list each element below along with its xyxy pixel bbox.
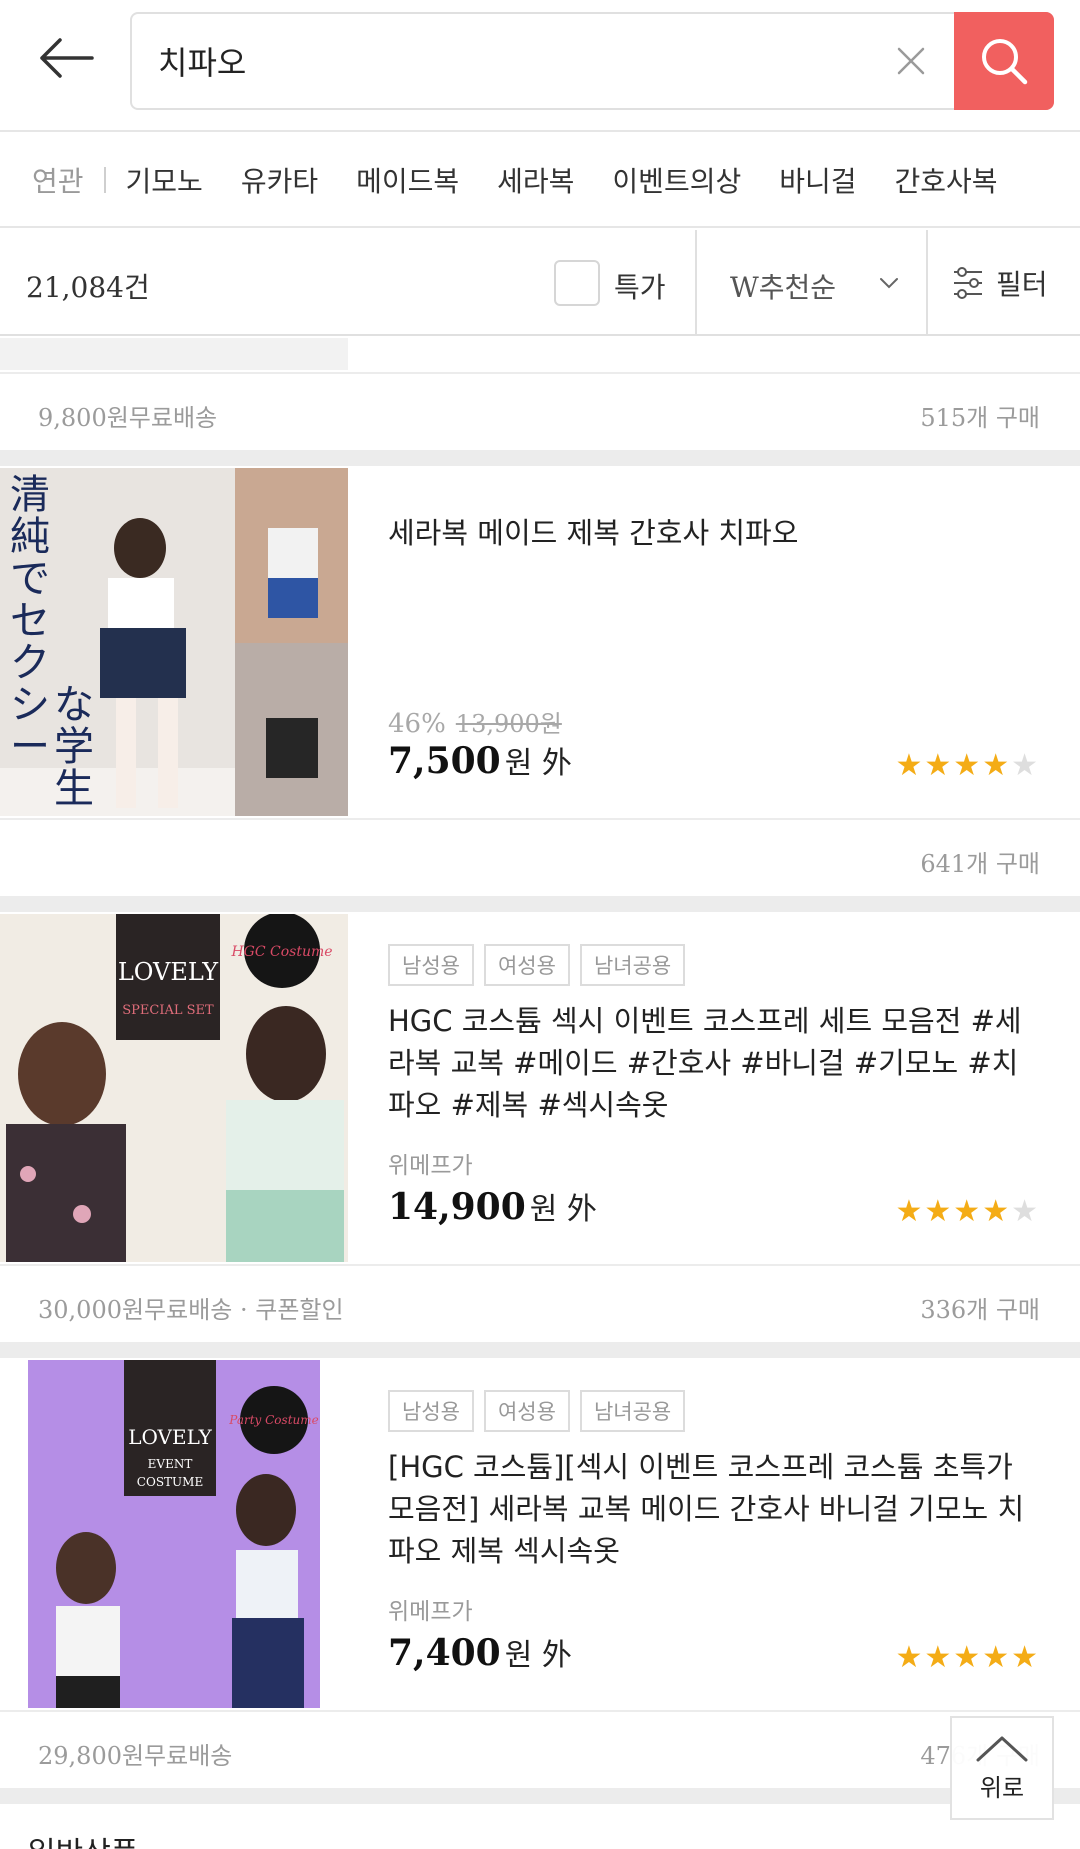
star-icon: ★★★★: [895, 748, 1012, 783]
product-tag: 남녀공용: [579, 1390, 686, 1432]
related-keyword[interactable]: 간호사복: [895, 160, 998, 200]
product-price: 14,900: [388, 1186, 526, 1228]
delivery-info: 9,800원무료배송: [38, 404, 218, 432]
special-price-checkbox[interactable]: [554, 260, 600, 306]
product-tag: 여성용: [483, 1390, 570, 1432]
related-keywords-bar: 연관 기모노 유카타 메이드복 세라복 이벤트의상 바니걸 간호사복: [0, 134, 1080, 228]
original-price: 13,900원: [455, 710, 562, 738]
special-price-label[interactable]: 특가: [614, 266, 666, 306]
discount-rate: 46%: [388, 709, 446, 739]
clear-search-button[interactable]: [894, 44, 928, 78]
related-keyword[interactable]: 기모노: [126, 160, 203, 200]
product-title[interactable]: 세라복 메이드 제복 간호사 치파오: [388, 468, 1038, 598]
arrow-left-icon: [40, 38, 94, 78]
thumbnail-text: EVENT: [148, 1457, 193, 1471]
thumbnail-text: HGC Costume: [230, 944, 332, 960]
thumbnail-text: LOVELY: [128, 1425, 212, 1449]
card-separator: [0, 1788, 1080, 1804]
delivery-row: 30,000원무료배송 · 쿠폰할인 336개 구매: [0, 1264, 1080, 1340]
product-card[interactable]: LOVELY SPECIAL SET HGC Costume 남성용 여성용 남…: [0, 914, 1080, 1264]
star-rating: ★★★★★: [896, 1640, 1040, 1675]
product-thumbnail[interactable]: 清純でセクシー な学生: [0, 468, 348, 816]
purchase-count: 336개 구매: [920, 1296, 1040, 1324]
star-icon: ★: [1011, 1194, 1040, 1229]
card-separator: [0, 450, 1080, 466]
related-keyword[interactable]: 메이드복: [356, 160, 459, 200]
tag-list: 남성용 여성용 남녀공용: [388, 1390, 686, 1432]
seller-label: 위메프가: [388, 1153, 473, 1179]
price-line: 7,400 원 外: [388, 1630, 572, 1674]
result-toolbar: 21,084건 특가 W추천순 필터: [0, 230, 1080, 336]
filter-button[interactable]: 필터: [952, 260, 1072, 306]
card-separator: [0, 896, 1080, 912]
delivery-info: 29,800원무료배송: [38, 1742, 233, 1770]
thumbnail-text: SPECIAL SET: [122, 1003, 214, 1018]
previous-item-remnant-info: [348, 338, 1080, 370]
thumbnail-text: COSTUME: [137, 1475, 203, 1489]
purchase-count: 515개 구매: [920, 404, 1040, 432]
search-button[interactable]: [954, 12, 1054, 110]
toolbar-divider: [695, 230, 697, 334]
product-tag: 남녀공용: [579, 944, 686, 986]
related-label: 연관: [32, 165, 84, 198]
filter-label: 필터: [996, 268, 1048, 301]
sliders-icon: [954, 267, 982, 299]
chevron-down-icon: [880, 278, 898, 289]
star-icon: ★: [1011, 748, 1040, 783]
price-line: 14,900 원 外: [388, 1184, 597, 1228]
product-title[interactable]: HGC 코스튬 섹시 이벤트 코스프레 세트 모음전 #세라복 교복 #메이드 …: [388, 1000, 1038, 1126]
delivery-row: 641개 구매: [0, 818, 1080, 894]
product-thumbnail[interactable]: LOVELY EVENT COSTUME Party Costume: [28, 1360, 320, 1708]
product-price: 7,500: [388, 740, 501, 782]
back-button[interactable]: [36, 28, 96, 88]
section-title: 일반상품: [28, 1828, 138, 1849]
search-box: [130, 12, 1054, 110]
scroll-top-button[interactable]: 위로: [950, 1716, 1054, 1820]
product-card[interactable]: LOVELY EVENT COSTUME Party Costume 남성용 여…: [0, 1360, 1080, 1710]
search-header: [0, 0, 1080, 132]
delivery-info: 30,000원무료배송 · 쿠폰할인: [38, 1296, 344, 1324]
delivery-row: 9,800원무료배송 515개 구매: [0, 372, 1080, 448]
product-tag: 남성용: [388, 944, 474, 986]
chevron-up-icon: [976, 1736, 1028, 1761]
star-icon: ★★★★: [895, 1194, 1012, 1229]
result-count: 21,084건: [26, 271, 150, 304]
purchase-count: 641개 구매: [920, 850, 1040, 878]
price-unit: 원 外: [504, 1638, 572, 1673]
related-keyword[interactable]: 바니걸: [779, 160, 856, 200]
sort-dropdown[interactable]: W추천순: [730, 266, 836, 306]
related-keyword[interactable]: 유카타: [241, 160, 318, 200]
thumbnail-text: LOVELY: [118, 958, 219, 986]
tag-list: 남성용 여성용 남녀공용: [388, 944, 686, 986]
close-icon: [897, 47, 925, 75]
product-tag: 여성용: [483, 944, 570, 986]
price-unit: 원 外: [504, 746, 572, 781]
discount-line: 46% 13,900원: [388, 704, 562, 739]
product-tag: 남성용: [388, 1390, 474, 1432]
star-rating: ★★★★★: [896, 1194, 1040, 1229]
related-keyword[interactable]: 세라복: [497, 160, 574, 200]
product-card[interactable]: 清純でセクシー な学生 세라복 메이드 제복 간호사 치파오 46% 13,900…: [0, 468, 1080, 818]
related-keyword[interactable]: 이벤트의상: [612, 160, 741, 200]
search-icon: [982, 39, 1028, 85]
scroll-top-label: 위로: [979, 1773, 1025, 1802]
thumbnail-text: な学生: [54, 682, 94, 812]
price-unit: 원 外: [529, 1192, 597, 1227]
thumbnail-text: 清純でセクシー: [10, 472, 50, 770]
search-input[interactable]: [158, 14, 858, 108]
star-icon: ★★★★★: [895, 1640, 1040, 1675]
delivery-row: 29,800원무료배송 476개 구매: [0, 1710, 1080, 1786]
price-line: 7,500 원 外: [388, 738, 572, 782]
seller-label: 위메프가: [388, 1599, 473, 1625]
related-divider: [103, 167, 106, 193]
card-separator: [0, 1342, 1080, 1358]
product-price: 7,400: [388, 1632, 501, 1674]
toolbar-divider: [926, 230, 928, 334]
thumbnail-text: Party Costume: [228, 1413, 318, 1427]
product-title[interactable]: [HGC 코스튬][섹시 이벤트 코스프레 코스튬 초특가 모음전] 세라복 교…: [388, 1446, 1038, 1572]
product-thumbnail[interactable]: LOVELY SPECIAL SET HGC Costume: [0, 914, 348, 1262]
star-rating: ★★★★★: [896, 748, 1040, 783]
